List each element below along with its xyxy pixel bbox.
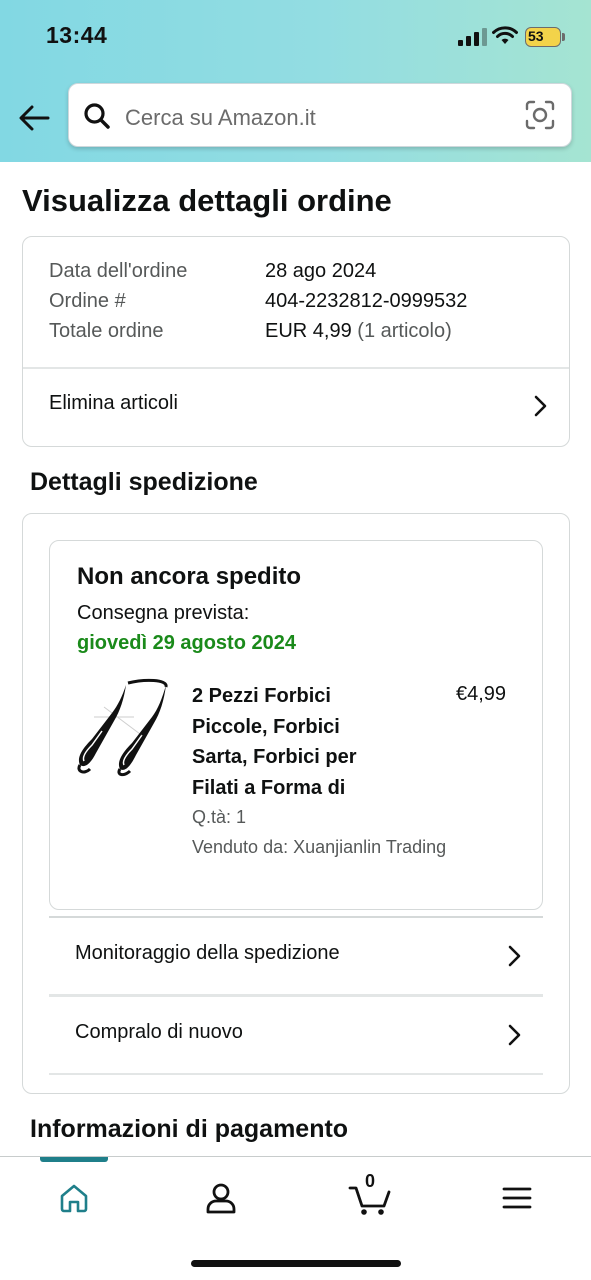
order-total-label: Totale ordine (49, 320, 164, 342)
shipment-status: Non ancora spedito (77, 563, 302, 590)
search-icon (84, 103, 110, 129)
app-header: 13:44 53 Cerca su Amazon.it (0, 0, 591, 162)
wifi-icon (492, 26, 518, 44)
menu-icon (502, 1187, 532, 1209)
product-title-line: 2 Pezzi Forbici (192, 685, 331, 707)
shipment-card: Non ancora spedito Consegna prevista: gi… (22, 513, 570, 1094)
order-date-label: Data dell'ordine (49, 260, 188, 282)
shipment-item-card: Non ancora spedito Consegna prevista: gi… (49, 540, 543, 910)
product-image[interactable] (74, 677, 172, 777)
home-icon (60, 1184, 88, 1213)
arrow-left-icon (19, 105, 50, 131)
order-summary-card: Data dell'ordine 28 ago 2024 Ordine # 40… (22, 236, 570, 447)
delivery-label: Consegna prevista: (77, 602, 250, 624)
product-title-line: Sarta, Forbici per (192, 746, 357, 768)
nav-menu[interactable] (487, 1175, 547, 1221)
buy-again-row[interactable]: Compralo di nuovo (49, 997, 543, 1073)
home-indicator (191, 1260, 401, 1267)
product-price: €4,99 (456, 683, 507, 705)
delivery-date: giovedì 29 agosto 2024 (77, 632, 296, 654)
divider (49, 1073, 543, 1075)
search-input[interactable]: Cerca su Amazon.it (125, 105, 316, 131)
camera-scan-icon[interactable] (525, 100, 555, 130)
back-button[interactable] (14, 98, 54, 138)
nav-cart[interactable]: 0 (340, 1171, 400, 1221)
remove-items-row[interactable]: Elimina articoli (23, 368, 569, 446)
account-icon (206, 1183, 236, 1214)
order-number-label: Ordine # (49, 290, 126, 312)
track-shipment-label: Monitoraggio della spedizione (75, 942, 340, 964)
product-seller: Venduto da: Xuanjianlin Trading (192, 837, 447, 857)
order-total-amount: EUR 4,99 (265, 320, 352, 342)
page-title: Visualizza dettagli ordine (22, 183, 392, 218)
nav-account[interactable] (191, 1175, 251, 1221)
chevron-right-icon (534, 395, 547, 417)
chevron-right-icon (508, 945, 521, 967)
cellular-signal-icon (458, 28, 487, 46)
status-time: 13:44 (46, 22, 108, 48)
product-title-line: Filati a Forma di (192, 776, 346, 799)
chevron-right-icon (508, 1024, 521, 1046)
order-total-value: EUR 4,99 (1 articolo) (265, 320, 452, 343)
battery-indicator: 53 (525, 27, 565, 47)
search-bar[interactable]: Cerca su Amazon.it (68, 83, 572, 147)
order-number-value: 404-2232812-0999532 (265, 290, 468, 312)
track-shipment-row[interactable]: Monitoraggio della spedizione (49, 918, 543, 994)
active-tab-indicator (40, 1157, 108, 1162)
order-date-value: 28 ago 2024 (265, 260, 377, 282)
product-title-line: Piccole, Forbici (192, 715, 340, 738)
product-title[interactable]: 2 Pezzi Forbici Piccole, Forbici Sarta, … (192, 681, 392, 803)
nav-home[interactable] (44, 1175, 104, 1221)
payment-section-title: Informazioni di pagamento (30, 1115, 349, 1143)
product-quantity: Q.tà: 1 (192, 807, 247, 827)
buy-again-label: Compralo di nuovo (75, 1021, 243, 1043)
order-total-items: (1 articolo) (357, 320, 452, 342)
remove-items-label: Elimina articoli (49, 392, 178, 414)
battery-level: 53 (528, 28, 544, 44)
bottom-navigation: 0 (0, 1156, 591, 1280)
shipment-section-title: Dettagli spedizione (30, 468, 258, 496)
cart-count-badge: 0 (364, 1171, 375, 1191)
